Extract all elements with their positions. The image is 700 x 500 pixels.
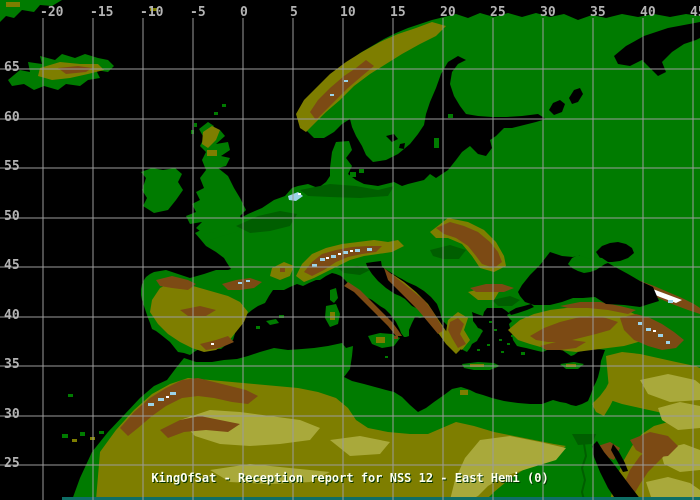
longitude-tick-label: 15 [390,5,406,20]
longitude-tick-label: 40 [640,5,656,20]
map-title: KingOfSat - Reception report for NSS 12 … [151,471,549,485]
island-hebrides [194,123,197,127]
longitude-tick-label: 0 [240,5,248,20]
longitude-tick-label: 35 [590,5,606,20]
cyrenaica-highland [460,390,468,395]
longitude-tick-label: -5 [190,5,206,20]
latitude-tick-label: 25 [4,456,20,471]
greenland-speck [6,2,20,7]
island-malta [385,356,388,358]
island-shetland [222,104,226,107]
europe-terrain-map: -20 -15 -10 -5 0 5 10 15 20 25 30 35 40 45 65 60 55 50 45 4… [0,0,700,500]
latitude-tick-label: 35 [4,357,20,372]
massif-central-core [280,268,285,272]
mount-etna [394,336,398,339]
longitude-tick-label: 20 [440,5,456,20]
latitude-tick-label: 45 [4,258,20,273]
latitude-tick-label: 40 [4,308,20,323]
longitude-tick-label: 45 [690,5,700,20]
sardinia-interior [330,312,335,320]
island-ibiza [256,326,260,329]
island-gotland [434,138,439,148]
sierra-nevada-peak [211,343,214,345]
longitude-tick-label: 5 [290,5,298,20]
latitude-tick-label: 55 [4,159,20,174]
mount-ararat [653,330,656,332]
longitude-tick-label: 30 [540,5,556,20]
island-orkney [214,112,218,115]
latitude-tick-label: 60 [4,110,20,125]
longitude-tick-label: 10 [340,5,356,20]
sicily-interior [376,337,385,343]
island-aland [448,114,453,118]
longitude-tick-label: -10 [140,5,164,20]
latitude-tick-label: 50 [4,209,20,224]
longitude-tick-label: -20 [40,5,64,20]
latitude-tick-label: 30 [4,407,20,422]
island-madeira [68,394,73,397]
island-rhodes [521,352,525,355]
longitude-tick-label: -15 [90,5,113,20]
reception-map-screen: -20 -15 -10 -5 0 5 10 15 20 25 30 35 40 45 65 60 55 50 45 4… [0,0,700,500]
scotland-speck [207,150,217,156]
longitude-tick-label: 25 [490,5,506,20]
latitude-tick-label: 65 [4,60,20,75]
